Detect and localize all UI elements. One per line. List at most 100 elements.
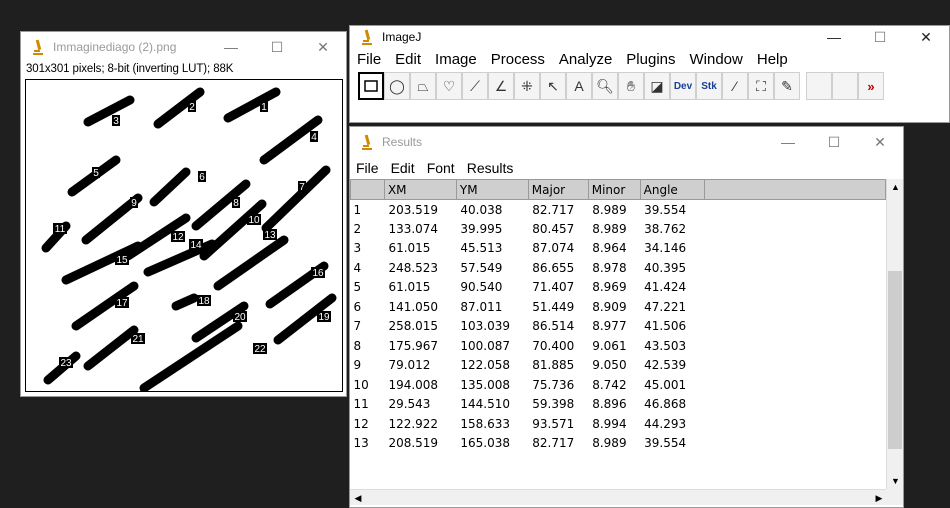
column-header[interactable]: XM <box>383 179 457 200</box>
table-row[interactable]: 8 175.967 100.087 70.400 9.061 43.503 <box>351 336 886 356</box>
scroll-up-icon[interactable]: ▲ <box>887 179 903 195</box>
table-row[interactable]: 2 133.074 39.995 80.457 8.989 38.762 <box>351 219 886 239</box>
table-cell-empty <box>704 434 885 454</box>
text-tool[interactable]: A <box>566 72 592 100</box>
flood-tool[interactable]: ⛶ <box>748 72 774 100</box>
menu-image[interactable]: Image <box>428 51 484 68</box>
table-row[interactable]: 10 194.008 135.008 75.736 8.742 45.001 <box>351 375 886 395</box>
column-header[interactable]: Angle <box>639 179 705 200</box>
table-cell: 90.540 <box>460 280 503 295</box>
blob-label: 5 <box>93 168 99 179</box>
table-row[interactable]: 11 29.543 144.510 59.398 8.896 46.868 <box>351 395 886 415</box>
table-cell: 122.922 <box>388 416 439 431</box>
table-row[interactable]: 1 203.519 40.038 82.717 8.989 39.554 <box>351 200 886 220</box>
point-tool[interactable]: ⁜ <box>514 72 540 100</box>
menu-file[interactable]: File <box>350 160 385 176</box>
table-cell: 41.424 <box>644 280 687 295</box>
horizontal-scrollbar[interactable]: ◀ ▶ <box>350 489 887 505</box>
close-button[interactable]: ✕ <box>300 32 346 62</box>
flood-icon: ⛶ <box>756 77 766 94</box>
image-window-titlebar[interactable]: Immaginediago (2).png — ☐ ✕ <box>21 32 346 62</box>
dropper-tool[interactable]: ◪ <box>644 72 670 100</box>
menu-analyze[interactable]: Analyze <box>552 51 619 68</box>
results-menubar: File Edit Font Results <box>350 157 903 179</box>
table-row[interactable]: 9 79.012 122.058 81.885 9.050 42.539 <box>351 356 886 376</box>
results-title: Results <box>382 135 423 149</box>
menu-edit[interactable]: Edit <box>385 160 421 176</box>
table-cell: 51.449 <box>532 299 575 314</box>
polygon-tool[interactable]: ⏢ <box>410 72 436 100</box>
table-cell: 158.633 <box>460 416 510 431</box>
blob-label: 8 <box>233 198 239 209</box>
results-window[interactable]: Results — ☐ ✕ File Edit Font Results XM YM Ma… <box>349 126 904 508</box>
column-header[interactable]: YM <box>455 179 529 200</box>
dev-tool[interactable]: Dev <box>670 72 696 100</box>
column-header[interactable]: Major <box>527 179 589 200</box>
line-tool[interactable]: ⟋ <box>462 72 488 100</box>
blob-label: 21 <box>132 334 144 345</box>
stk-tool[interactable]: Stk <box>696 72 722 100</box>
table-cell: 59.398 <box>532 397 575 412</box>
zoom-tool[interactable]: 🔍︎ <box>592 72 618 100</box>
table-cell: 40.038 <box>460 202 503 217</box>
menu-plugins[interactable]: Plugins <box>619 51 682 68</box>
hand-tool[interactable]: ✋︎ <box>618 72 644 100</box>
rectangle-tool[interactable] <box>358 72 384 100</box>
table-row[interactable]: 6 141.050 87.011 51.449 8.909 47.221 <box>351 297 886 317</box>
oval-tool[interactable]: ◯ <box>384 72 410 100</box>
table-row[interactable]: 7 258.015 103.039 86.514 8.977 41.506 <box>351 317 886 337</box>
table-row[interactable]: 4 248.523 57.549 86.655 8.978 40.395 <box>351 258 886 278</box>
menu-results[interactable]: Results <box>461 160 520 176</box>
table-cell: 2 <box>353 221 362 236</box>
angle-tool[interactable]: ∠ <box>488 72 514 100</box>
column-header[interactable] <box>350 179 385 200</box>
text-icon: A <box>574 78 584 94</box>
scroll-right-icon[interactable]: ▶ <box>871 490 887 506</box>
scroll-down-icon[interactable]: ▼ <box>887 473 903 489</box>
pencil-tool[interactable]: ✎ <box>774 72 800 100</box>
menu-file[interactable]: File <box>350 51 388 68</box>
results-titlebar[interactable]: Results — ☐ ✕ <box>350 127 903 157</box>
table-row[interactable]: 5 61.015 90.540 71.407 8.969 41.424 <box>351 278 886 298</box>
table-cell: 10 <box>353 377 369 392</box>
image-canvas[interactable]: 1 2 3 4 5 6 7 8 9 10 11 12 14 13 15 16 17 18 19 20 21 22 23 <box>25 79 343 393</box>
scrollbar-thumb[interactable] <box>888 271 902 449</box>
vertical-scrollbar[interactable]: ▲ ▼ <box>886 179 903 489</box>
maximize-button[interactable]: ☐ <box>857 26 903 48</box>
blank-tool-1[interactable] <box>806 72 832 100</box>
menu-process[interactable]: Process <box>484 51 552 68</box>
minimize-button[interactable]: — <box>208 32 254 62</box>
table-row[interactable]: 12 122.922 158.633 93.571 8.994 44.293 <box>351 414 886 434</box>
table-cell: 8.978 <box>592 260 627 275</box>
minimize-button[interactable]: — <box>811 26 857 48</box>
blank-tool-2[interactable] <box>832 72 858 100</box>
imagej-window[interactable]: ImageJ — ☐ ✕ File Edit Image Process Analyze… <box>349 25 950 123</box>
wand-tool[interactable]: ↖ <box>540 72 566 100</box>
freehand-tool[interactable]: ♡ <box>436 72 462 100</box>
more-tools[interactable]: » <box>858 72 884 100</box>
imagej-titlebar[interactable]: ImageJ — ☐ ✕ <box>350 26 949 48</box>
menu-font[interactable]: Font <box>421 160 461 176</box>
maximize-button[interactable]: ☐ <box>254 32 300 62</box>
table-row[interactable]: 13 208.519 165.038 82.717 8.989 39.554 <box>351 434 886 454</box>
close-button[interactable]: ✕ <box>903 26 949 48</box>
table-cell: 8.989 <box>592 436 627 451</box>
menu-window[interactable]: Window <box>683 51 750 68</box>
maximize-button[interactable]: ☐ <box>811 127 857 157</box>
table-cell: 34.146 <box>644 241 687 256</box>
table-row[interactable]: 3 61.015 45.513 87.074 8.964 34.146 <box>351 239 886 259</box>
table-cell: 79.012 <box>388 358 431 373</box>
table-cell: 46.868 <box>644 397 687 412</box>
table-cell: 87.011 <box>460 299 503 314</box>
image-window[interactable]: Immaginediago (2).png — ☐ ✕ 301x301 pixe… <box>20 31 347 397</box>
menu-help[interactable]: Help <box>750 51 795 68</box>
minimize-button[interactable]: — <box>765 127 811 157</box>
column-header[interactable]: Minor <box>587 179 641 200</box>
scroll-left-icon[interactable]: ◀ <box>350 490 366 506</box>
table-cell: 29.543 <box>388 397 431 412</box>
blob-label: 14 <box>190 240 202 251</box>
close-button[interactable]: ✕ <box>857 127 903 157</box>
table-cell: 61.015 <box>388 280 431 295</box>
brush-tool[interactable]: ⁄ <box>722 72 748 100</box>
menu-edit[interactable]: Edit <box>388 51 428 68</box>
